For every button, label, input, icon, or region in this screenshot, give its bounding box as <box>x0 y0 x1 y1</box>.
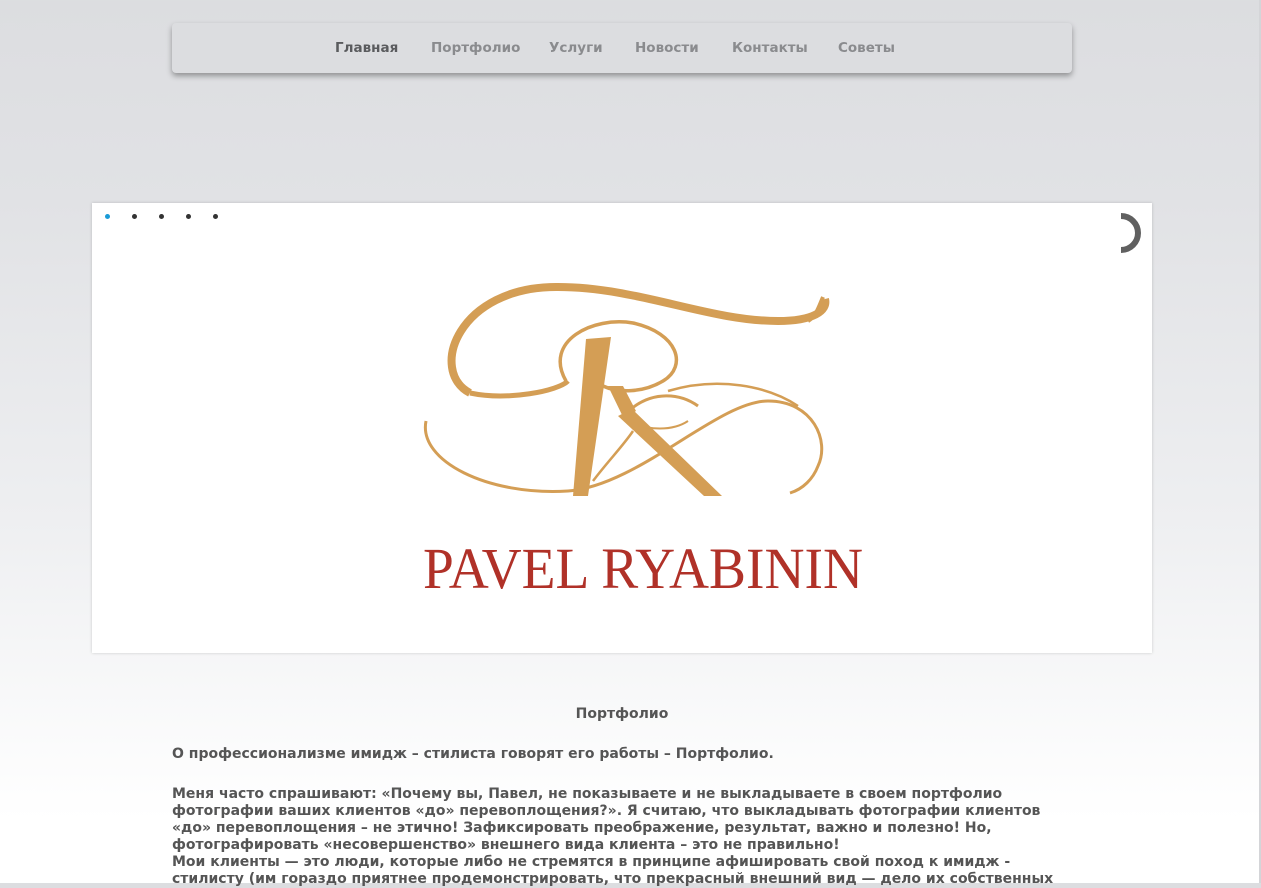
slider-dot-3[interactable] <box>159 214 164 219</box>
logo-wordmark: PAVEL RYABININ <box>423 536 863 601</box>
slider-dot-5[interactable] <box>213 214 218 219</box>
monogram-pr <box>423 282 830 495</box>
paragraph-text: Меня часто спрашивают: «Почему вы, Павел… <box>172 786 1062 888</box>
paragraph-line-1: Меня часто спрашивают: «Почему вы, Павел… <box>172 786 1041 853</box>
image-slider: PAVEL RYABININ <box>92 203 1152 653</box>
nav-item-news[interactable]: Новости <box>635 40 699 56</box>
nav-item-tips[interactable]: Советы <box>838 40 895 56</box>
nav-item-home[interactable]: Главная <box>335 40 398 56</box>
monogram-strokes <box>573 337 722 496</box>
nav-item-portfolio[interactable]: Портфолио <box>431 40 520 56</box>
main-content: Портфолио О профессионализме имидж – сти… <box>172 700 1072 888</box>
top-navigation: Главная Портфолио Услуги Новости Контакт… <box>172 23 1072 73</box>
lead-text: О профессионализме имидж – стилиста гово… <box>172 746 774 762</box>
nav-menu: Главная Портфолио Услуги Новости Контакт… <box>172 23 1072 73</box>
pavel-ryabinin-logo: PAVEL RYABININ <box>423 282 863 601</box>
slider-dot-2[interactable] <box>132 214 137 219</box>
loading-spinner-icon <box>1120 213 1141 253</box>
paragraph-line-2: Мои клиенты — это люди, которые либо не … <box>172 854 1054 887</box>
slider-dot-4[interactable] <box>186 214 191 219</box>
section-title: Портфолио <box>575 706 669 722</box>
slider-dot-1[interactable] <box>105 214 110 219</box>
nav-item-contacts[interactable]: Контакты <box>732 40 808 56</box>
nav-item-services[interactable]: Услуги <box>549 40 603 56</box>
